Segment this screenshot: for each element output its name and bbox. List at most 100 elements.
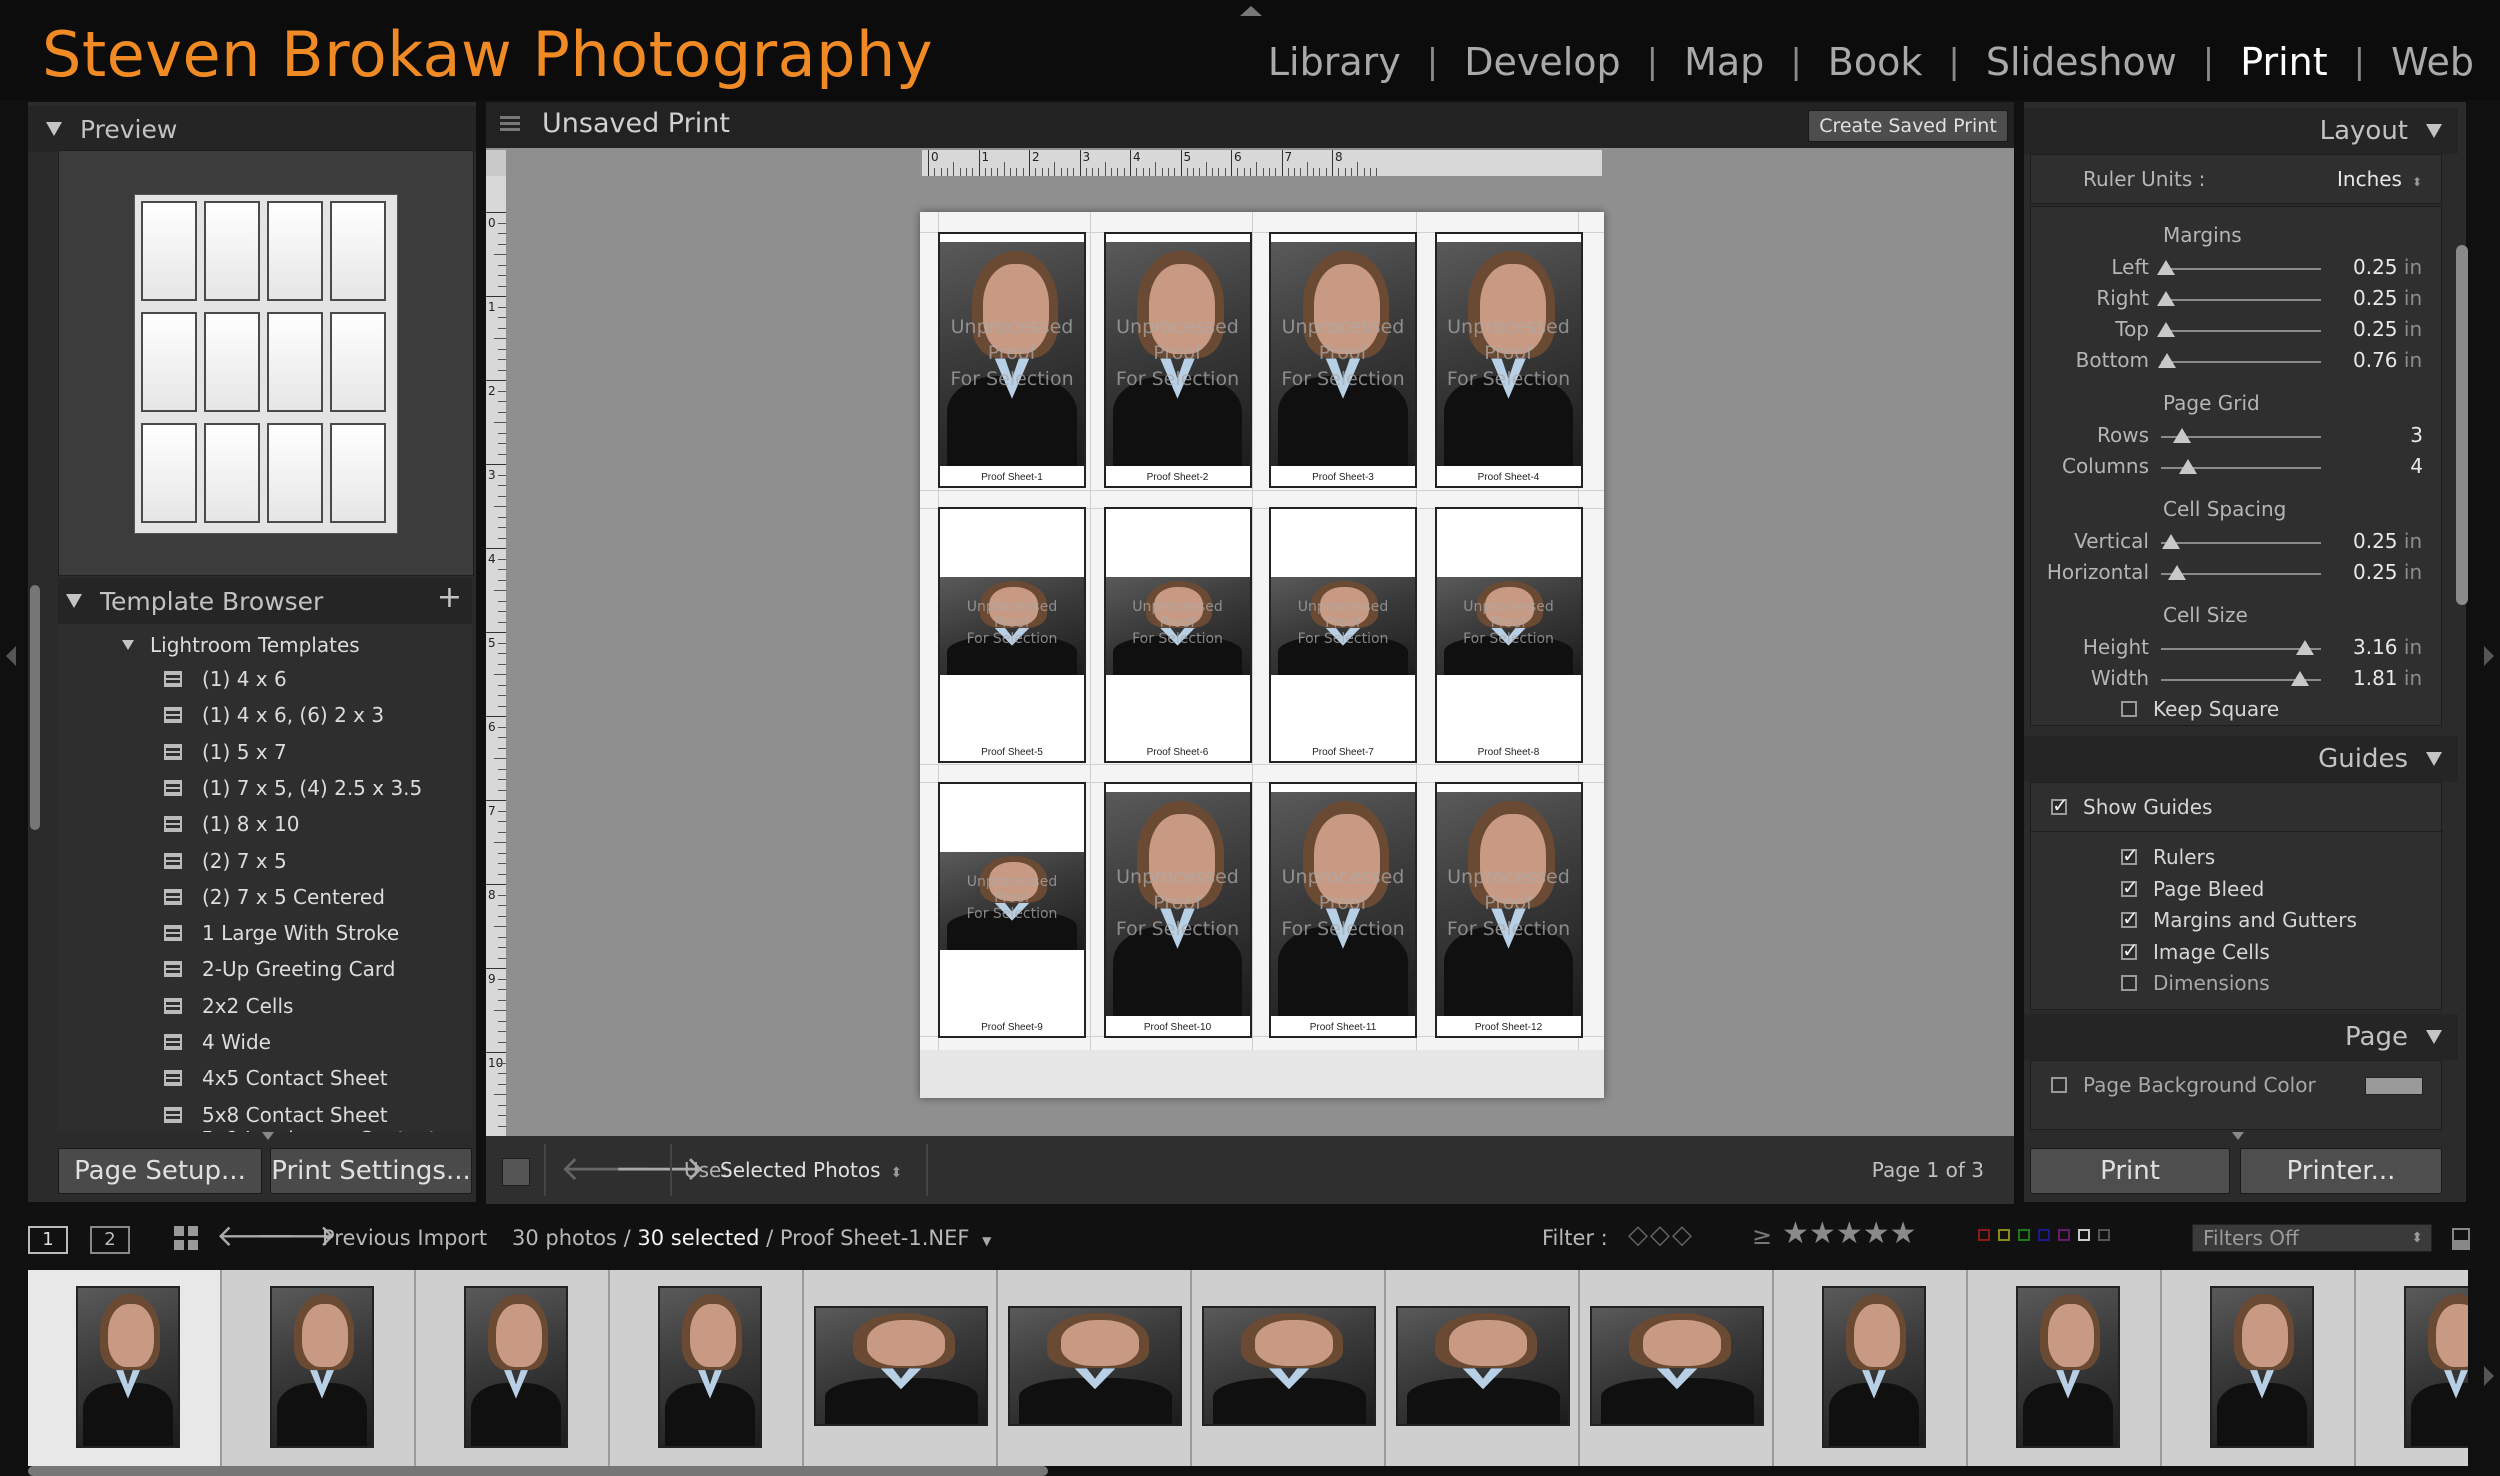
template-item[interactable]: (1) 4 x 6 [58, 662, 472, 696]
photo-cell[interactable]: Unprocessed Proof For Selection Proof Sheet… [1434, 507, 1583, 763]
color-label-icon[interactable] [2098, 1229, 2110, 1241]
filmstrip-thumbnail[interactable] [416, 1270, 610, 1466]
main-screen-button[interactable]: 1 [28, 1226, 68, 1254]
slider-value[interactable]: 1.81 in [2353, 666, 2429, 690]
photo-cell[interactable]: Unprocessed Proof For Selection Proof Sheet… [1269, 782, 1417, 1038]
slider-track[interactable] [2161, 299, 2321, 301]
template-item[interactable]: (1) 7 x 5, (4) 2.5 x 3.5 [58, 771, 472, 805]
star-icon[interactable]: ★ [1890, 1216, 1917, 1251]
slider-track[interactable] [2161, 542, 2321, 544]
photo-cell[interactable]: Unprocessed Proof For Selection Proof Sheet… [1269, 507, 1417, 763]
star-icon[interactable]: ★ [1863, 1216, 1890, 1251]
slider-thumb[interactable] [2161, 534, 2180, 549]
printer-button[interactable]: Printer... [2240, 1148, 2442, 1194]
slider-value[interactable]: 0.25 in [2353, 286, 2429, 310]
rating-operator[interactable]: ≥ [1752, 1222, 1772, 1250]
slider-value[interactable]: 0.76 in [2353, 348, 2429, 372]
photo-cell[interactable]: Unprocessed Proof For Selection Proof Sheet… [1434, 782, 1583, 1038]
slider-thumb[interactable] [2168, 565, 2186, 580]
template-item[interactable]: 2-Up Greeting Card [58, 952, 472, 986]
filmstrip-thumbnail[interactable] [222, 1270, 416, 1466]
module-library[interactable]: Library [1242, 40, 1427, 84]
page-background-swatch[interactable] [2365, 1077, 2423, 1095]
filmstrip-thumbnail[interactable] [610, 1270, 804, 1466]
slider-thumb[interactable] [2172, 428, 2191, 443]
photo-cell[interactable]: Unprocessed Proof For Selection Proof Sheet… [938, 782, 1086, 1038]
add-template-icon[interactable]: + [437, 580, 462, 615]
print-button[interactable]: Print [2030, 1148, 2230, 1194]
slider-track[interactable] [2161, 330, 2321, 332]
slider-track[interactable] [2161, 268, 2321, 270]
layout-header[interactable]: Layout [2024, 108, 2458, 154]
slider-thumb[interactable] [2291, 671, 2310, 686]
top-panel-collapse-icon[interactable] [1240, 6, 1262, 16]
use-select[interactable]: Selected Photos ⬍ [720, 1158, 902, 1182]
filmstrip-scrollbar[interactable] [28, 1466, 1048, 1476]
filmstrip-thumbnail[interactable] [804, 1270, 998, 1466]
grip-icon[interactable] [500, 116, 520, 134]
template-item[interactable]: 1 Large With Stroke [58, 916, 472, 950]
template-browser-header[interactable]: Template Browser + [58, 578, 472, 624]
filmstrip-thumbnail[interactable] [2356, 1270, 2468, 1466]
filmstrip-thumbnail[interactable] [28, 1270, 222, 1466]
template-item[interactable]: 2x2 Cells [58, 989, 472, 1023]
filmstrip-thumbnail[interactable] [1774, 1270, 1968, 1466]
guide-checkbox[interactable] [2121, 906, 2139, 930]
guide-checkbox[interactable] [2121, 938, 2139, 962]
preview-header[interactable]: Preview [28, 106, 476, 152]
grid-view-icon[interactable] [174, 1226, 200, 1252]
color-label-icon[interactable] [2038, 1229, 2050, 1241]
template-folder[interactable]: Lightroom Templates [58, 628, 472, 662]
rating-filter-stars[interactable]: ★★★★★ [1782, 1216, 1917, 1251]
star-icon[interactable]: ★ [1836, 1216, 1863, 1251]
guide-checkbox[interactable] [2121, 843, 2139, 867]
guide-checkbox[interactable] [2121, 975, 2137, 991]
filmstrip-thumbnail[interactable] [998, 1270, 1192, 1466]
create-saved-print-button[interactable]: Create Saved Print [1808, 110, 2008, 142]
template-item[interactable]: (1) 8 x 10 [58, 807, 472, 841]
color-label-icon[interactable] [1978, 1229, 1990, 1241]
star-icon[interactable]: ★ [1782, 1216, 1809, 1251]
star-icon[interactable]: ★ [1809, 1216, 1836, 1251]
print-settings-button[interactable]: Print Settings... [270, 1148, 472, 1194]
color-label-filter[interactable] [1974, 1226, 2114, 1245]
slider-thumb[interactable] [2158, 353, 2177, 368]
photo-count[interactable]: 30 photos / 30 selected / Proof Sheet-1.… [512, 1226, 991, 1250]
filter-preset-select[interactable]: Filters Off ⬍ [2192, 1224, 2432, 1252]
slider-thumb[interactable] [2156, 291, 2175, 306]
slider-value[interactable]: 0.25 in [2353, 529, 2429, 553]
page-background-checkbox[interactable] [2051, 1077, 2067, 1093]
slider-value[interactable]: 4 [2353, 454, 2423, 478]
ruler-units-select[interactable]: Inches ⬍ [2337, 167, 2422, 191]
right-panel-scrollbar[interactable] [2456, 245, 2468, 605]
secondary-screen-button[interactable]: 2 [90, 1226, 130, 1254]
photo-cell[interactable]: Unprocessed Proof For Selection Proof Sheet… [1103, 232, 1252, 488]
slider-thumb[interactable] [2156, 260, 2175, 275]
filmstrip-thumbnail[interactable] [2162, 1270, 2356, 1466]
photo-cell[interactable]: Unprocessed Proof For Selection Proof Sheet… [938, 507, 1086, 763]
slider-value[interactable]: 3.16 in [2353, 635, 2429, 659]
slider-thumb[interactable] [2156, 322, 2175, 337]
filmstrip-thumbnail[interactable] [1386, 1270, 1580, 1466]
slider-track[interactable] [2161, 361, 2321, 363]
right-panel-toggle-icon[interactable] [2484, 646, 2494, 666]
module-map[interactable]: Map [1658, 40, 1790, 84]
photo-cell[interactable]: Unprocessed Proof For Selection Proof Sheet… [1103, 782, 1252, 1038]
guide-checkbox[interactable] [2121, 875, 2139, 899]
page-header[interactable]: Page [2024, 1014, 2458, 1060]
module-develop[interactable]: Develop [1438, 40, 1646, 84]
filmstrip-thumbnail[interactable] [1192, 1270, 1386, 1466]
stop-icon[interactable] [502, 1158, 530, 1186]
source-label[interactable]: Previous Import [322, 1226, 487, 1250]
template-item[interactable]: (1) 4 x 6, (6) 2 x 3 [58, 698, 472, 732]
slider-value[interactable]: 3 [2353, 423, 2423, 447]
keep-square-checkbox[interactable] [2121, 701, 2137, 717]
photo-cell[interactable]: Unprocessed Proof For Selection Proof Sheet… [938, 232, 1086, 488]
slider-thumb[interactable] [2179, 459, 2198, 474]
module-web[interactable]: Web [2365, 40, 2500, 84]
photo-cell[interactable]: Unprocessed Proof For Selection Proof Sheet… [1103, 507, 1252, 763]
flag-filter-icons[interactable]: ◇◇◇ [1628, 1220, 1694, 1250]
filmstrip-scroll-right-icon[interactable] [2484, 1366, 2494, 1386]
page-setup-button[interactable]: Page Setup... [58, 1148, 262, 1194]
template-item[interactable]: (1) 5 x 7 [58, 735, 472, 769]
